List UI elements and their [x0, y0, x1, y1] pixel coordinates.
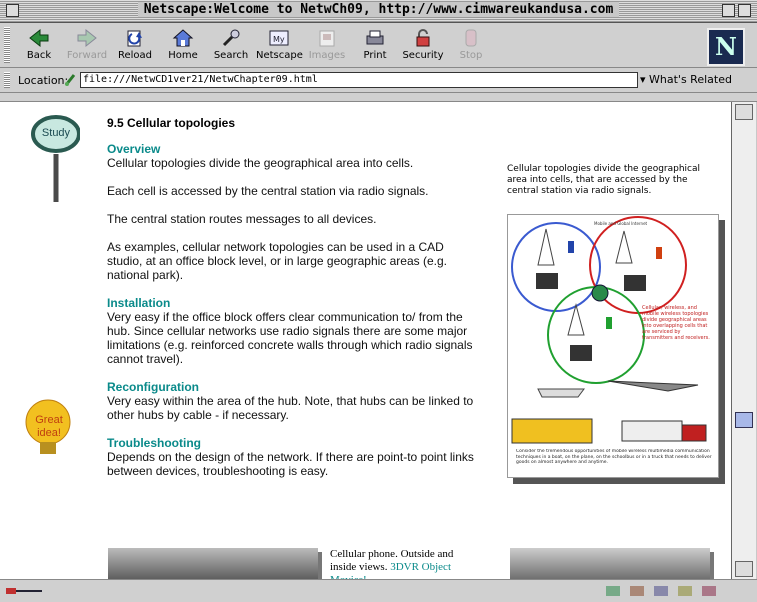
navigation-toolbar: Back Forward Reload Home Search My Netsc… [0, 23, 757, 68]
related-icon: ▾ [640, 73, 650, 86]
toolbar-grip[interactable] [4, 27, 10, 63]
zoom-box[interactable] [722, 4, 735, 17]
forward-button[interactable]: Forward [64, 26, 110, 66]
overview-para-1: Cellular topologies divide the geographi… [107, 156, 414, 170]
great-idea-label: Great idea! [35, 414, 63, 439]
netscape-button[interactable]: My Netscape [256, 26, 303, 66]
reload-button[interactable]: Reload [112, 26, 158, 66]
images-icon [319, 30, 335, 47]
troubleshooting-para: Depends on the design of the network. If… [107, 450, 474, 478]
heading-reconfiguration: Reconfiguration [107, 380, 199, 394]
browser-window: Netscape:Welcome to NetwCh09, http://www… [0, 0, 757, 602]
svg-text:My: My [273, 35, 285, 44]
print-icon [366, 30, 384, 45]
component-bar-icons[interactable] [604, 584, 724, 598]
heading-troubleshooting: Troubleshooting [107, 436, 201, 450]
personal-toolbar-collapsed[interactable] [0, 93, 757, 102]
status-bar [0, 579, 757, 602]
images-button[interactable]: Images [304, 26, 350, 66]
heading-overview: Overview [107, 142, 161, 156]
collapse-box[interactable] [738, 4, 751, 17]
connection-plug-icon [6, 588, 42, 594]
back-button[interactable]: Back [16, 26, 62, 66]
netscape-icon: My [269, 30, 289, 46]
print-button[interactable]: Print [352, 26, 398, 66]
netscape-logo[interactable]: N [707, 28, 745, 66]
figure-bottom-text: Consider the tremendous opportunities of… [516, 449, 712, 465]
scroll-thumb[interactable] [735, 412, 753, 428]
security-button[interactable]: Security [400, 26, 446, 66]
scroll-down-arrow-icon[interactable] [735, 561, 753, 577]
reload-icon [127, 30, 142, 47]
home-button[interactable]: Home [160, 26, 206, 66]
search-icon [222, 29, 240, 47]
location-label: Location: [18, 74, 69, 87]
reconfiguration-para: Very easy within the area of the hub. No… [107, 394, 474, 422]
url-field[interactable]: file:///NetwCD1ver21/NetwChapter09.html [80, 72, 638, 88]
overview-para-4: As examples, cellular network topologies… [107, 240, 447, 282]
stop-icon [465, 29, 477, 47]
figure-label-top: Mobile and Global Internet [594, 221, 648, 226]
window-title: Netscape:Welcome to NetwCh09, http://www… [0, 2, 757, 17]
overview-para-2: Each cell is accessed by the central sta… [107, 184, 429, 198]
whats-related-button[interactable]: ▾ What's Related [640, 73, 732, 86]
cellular-diagram: Mobile and Global Internet Cellular, wir… [511, 216, 712, 465]
scroll-up-arrow-icon[interactable] [735, 104, 753, 120]
heading-installation: Installation [107, 296, 171, 310]
home-icon [172, 29, 194, 47]
location-bar: Location: file:///NetwCD1ver21/NetwChapt… [0, 68, 757, 93]
figure-side-text: Cellular, wireless, and mobile wireless … [642, 305, 710, 341]
figure-caption: Cellular topologies divide the geographi… [507, 164, 701, 196]
vertical-scrollbar[interactable] [731, 102, 756, 579]
page-title: 9.5 Cellular topologies [107, 116, 236, 130]
page-content: Study 9.5 Cellular topologies Overview C… [0, 102, 731, 579]
page-proxy-icon[interactable] [64, 73, 76, 87]
search-button[interactable]: Search [208, 26, 254, 66]
study-label: Study [41, 127, 71, 139]
phone-inside-image [510, 548, 710, 579]
title-bar[interactable]: Netscape:Welcome to NetwCh09, http://www… [0, 0, 757, 23]
stop-button[interactable]: Stop [448, 26, 494, 66]
installation-para: Very easy if the office block offers cle… [107, 310, 473, 366]
lock-icon [416, 29, 430, 47]
phone-caption: Cellular phone. Outside and inside views… [330, 548, 480, 579]
location-grip[interactable] [4, 72, 10, 88]
forward-arrow-icon [77, 28, 97, 48]
phone-outside-image [108, 548, 318, 579]
back-arrow-icon [29, 28, 49, 48]
cellular-topology-figure: Mobile and Global Internet Cellular, wir… [507, 214, 719, 478]
overview-para-3: The central station routes messages to a… [107, 212, 377, 226]
